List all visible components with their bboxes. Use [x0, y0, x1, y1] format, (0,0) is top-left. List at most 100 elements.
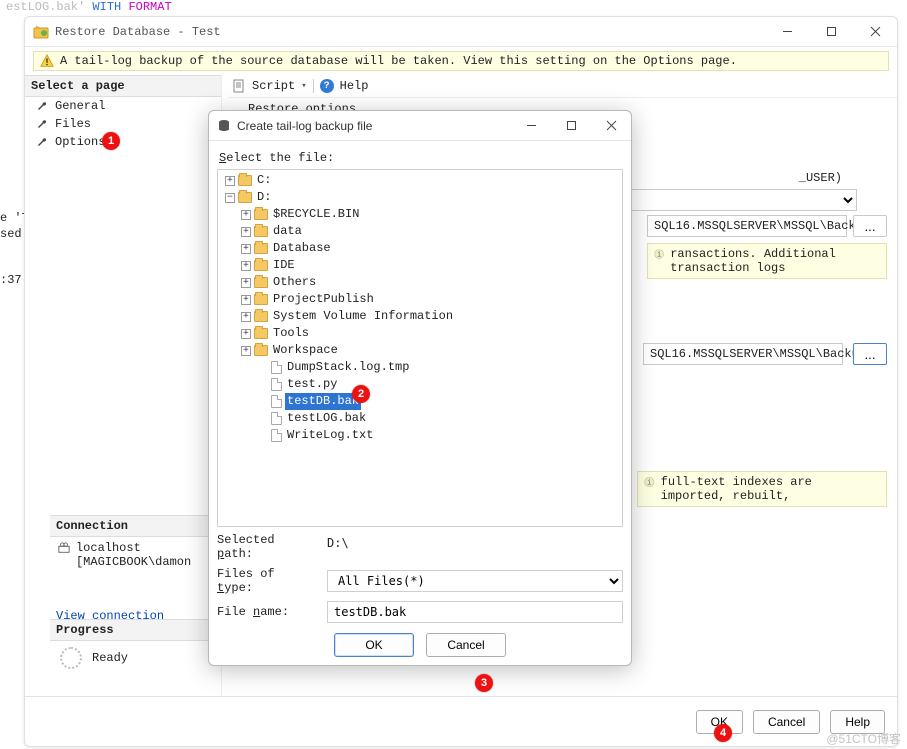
progress-status: Ready	[92, 651, 128, 665]
watermark: @51CTO博客	[826, 730, 901, 747]
progress-spinner-icon	[60, 647, 82, 669]
modal-minimize-button[interactable]	[511, 112, 551, 140]
annotation-1: 1	[102, 132, 120, 150]
page-list: General Files Options	[25, 97, 221, 151]
tree-node-folder[interactable]: + IDE	[218, 257, 622, 274]
page-item-options[interactable]: Options	[25, 133, 221, 151]
info-icon: i	[644, 475, 655, 489]
recovery-state-select[interactable]	[627, 189, 857, 211]
expander-icon[interactable]: +	[241, 261, 251, 271]
wrench-icon	[37, 136, 49, 148]
folder-icon	[254, 209, 268, 220]
tree-node-file[interactable]: DumpStack.log.tmp	[218, 359, 622, 376]
wrench-icon	[37, 100, 49, 112]
expander-icon[interactable]: +	[241, 312, 251, 322]
folder-icon	[254, 226, 268, 237]
expander-icon[interactable]: +	[241, 295, 251, 305]
help-icon: ?	[320, 79, 334, 93]
folder-icon	[254, 260, 268, 271]
modal-cancel-button[interactable]: Cancel	[426, 633, 506, 657]
file-icon	[271, 395, 282, 408]
tree-node-folder[interactable]: + $RECYCLE.BIN	[218, 206, 622, 223]
selected-path-value: D:\	[327, 536, 623, 558]
titlebar[interactable]: Restore Database - Test	[25, 17, 897, 47]
expander-icon[interactable]: +	[241, 278, 251, 288]
tree-node-file[interactable]: WriteLog.txt	[218, 427, 622, 444]
file-icon	[271, 378, 282, 391]
tree-node-folder[interactable]: + Database	[218, 240, 622, 257]
folder-icon	[254, 328, 268, 339]
browse-backup-button[interactable]: ...	[853, 343, 887, 365]
select-page-header: Select a page	[25, 75, 221, 97]
folder-icon	[254, 294, 268, 305]
files-of-type-select[interactable]: All Files(*)	[327, 570, 623, 592]
tree-node-file[interactable]: test.py	[218, 376, 622, 393]
app-icon	[33, 24, 49, 40]
fragment-user: _USER)	[799, 171, 842, 185]
expander-icon[interactable]: +	[241, 210, 251, 220]
annotation-2: 2	[352, 385, 370, 403]
expander-icon[interactable]: +	[225, 176, 235, 186]
tree-node-folder[interactable]: + Workspace	[218, 342, 622, 359]
script-dropdown[interactable]: ▾	[301, 81, 306, 91]
file-icon	[271, 412, 282, 425]
tree-node-folder[interactable]: + ProjectPublish	[218, 291, 622, 308]
files-of-type-label: Files of type:	[217, 567, 317, 595]
tree-node-drive[interactable]: − D:	[218, 189, 622, 206]
folder-icon	[238, 175, 252, 186]
selected-path-label: Selected path:	[217, 533, 317, 561]
minimize-button[interactable]	[765, 17, 809, 47]
script-button[interactable]: Script	[252, 79, 295, 93]
expander-icon[interactable]: +	[241, 244, 251, 254]
folder-icon	[254, 345, 268, 356]
hint-fulltext: i full-text indexes are imported, rebuil…	[637, 471, 887, 507]
page-item-general[interactable]: General	[25, 97, 221, 115]
info-banner: A tail-log backup of the source database…	[33, 51, 889, 71]
svg-text:i: i	[657, 252, 661, 260]
tree-node-folder[interactable]: + Tools	[218, 325, 622, 342]
window-title: Restore Database - Test	[55, 25, 765, 39]
modal-titlebar[interactable]: Create tail-log backup file	[209, 111, 631, 141]
tree-node-file[interactable]: testLOG.bak	[218, 410, 622, 427]
tree-node-drive[interactable]: + C:	[218, 172, 622, 189]
code-snippet: estLOG.bak' WITH FORMAT	[6, 0, 172, 14]
maximize-button[interactable]	[809, 17, 853, 47]
file-icon	[271, 429, 282, 442]
file-icon	[271, 361, 282, 374]
modal-close-button[interactable]	[591, 112, 631, 140]
expander-icon[interactable]: +	[241, 346, 251, 356]
script-icon	[232, 79, 246, 93]
tree-node-folder[interactable]: + data	[218, 223, 622, 240]
help-button[interactable]: Help	[340, 79, 369, 93]
close-button[interactable]	[853, 17, 897, 47]
file-tree[interactable]: + C:− D:+ $RECYCLE.BIN+ data+ Database+ …	[217, 169, 623, 527]
modal-title: Create tail-log backup file	[237, 119, 511, 133]
select-file-label: Select the file:	[217, 147, 623, 169]
server-icon	[58, 541, 70, 555]
tree-node-folder[interactable]: + Others	[218, 274, 622, 291]
backup-path: SQL16.MSSQLSERVER\MSSQL\Backup\	[643, 343, 843, 365]
page-item-files[interactable]: Files	[25, 115, 221, 133]
expander-icon[interactable]: +	[241, 227, 251, 237]
folder-icon	[254, 311, 268, 322]
wrench-icon	[37, 118, 49, 130]
svg-text:i: i	[647, 480, 652, 488]
modal-ok-button[interactable]: OK	[334, 633, 414, 657]
browse-standby-button[interactable]: ...	[853, 215, 887, 237]
info-icon: i	[654, 247, 664, 261]
expander-icon[interactable]: +	[241, 329, 251, 339]
tree-node-file[interactable]: testDB.bak	[218, 393, 622, 410]
standby-path: SQL16.MSSQLSERVER\MSSQL\Backup\	[647, 215, 847, 237]
modal-maximize-button[interactable]	[551, 112, 591, 140]
folder-icon	[238, 192, 252, 203]
tree-node-folder[interactable]: + System Volume Information	[218, 308, 622, 325]
file-name-input[interactable]	[327, 601, 623, 623]
database-icon	[217, 119, 231, 133]
bg-cancel-button[interactable]: Cancel	[753, 710, 820, 734]
folder-icon	[254, 277, 268, 288]
annotation-4: 4	[714, 724, 732, 742]
expander-icon[interactable]: −	[225, 193, 235, 203]
file-name-label: File name:	[217, 605, 317, 619]
folder-icon	[254, 243, 268, 254]
annotation-3: 3	[475, 674, 493, 692]
